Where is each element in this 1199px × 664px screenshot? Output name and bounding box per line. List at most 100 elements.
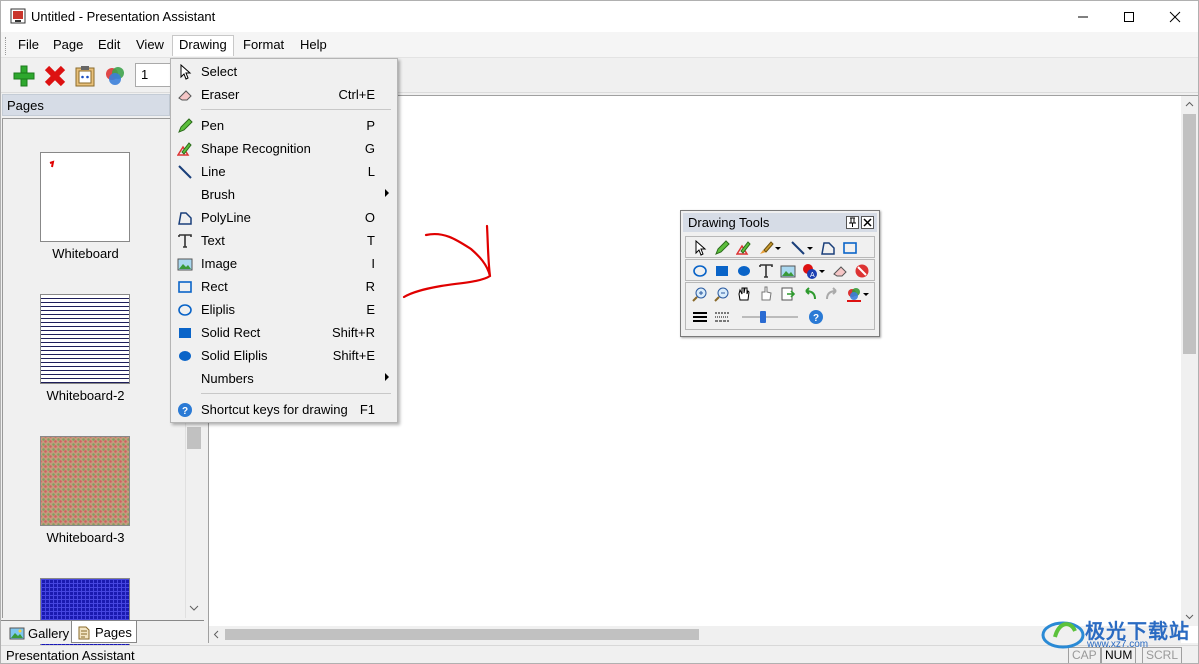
thumbnail-label: Whiteboard-3 <box>46 530 125 545</box>
menu-file[interactable]: File <box>12 35 45 56</box>
brush-icon[interactable] <box>758 240 774 256</box>
ellipse-icon[interactable] <box>692 263 708 279</box>
menu-item-line[interactable]: Line L <box>173 160 395 183</box>
arrow-cursor-icon[interactable] <box>692 240 708 256</box>
drawing-tools-title[interactable]: Drawing Tools <box>683 213 877 232</box>
menu-item-eraser[interactable]: Eraser Ctrl+E <box>173 83 395 106</box>
zoom-in-icon[interactable] <box>692 286 708 302</box>
menu-item-shortcut: R <box>365 279 375 294</box>
page-thumbnail-whiteboard-2[interactable] <box>40 294 130 384</box>
canvas-horizontal-scrollbar[interactable] <box>209 626 1181 643</box>
chevron-down-icon[interactable] <box>774 240 782 256</box>
menu-item-label: Text <box>201 233 225 248</box>
opacity-slider[interactable] <box>740 309 800 325</box>
chevron-down-icon[interactable] <box>862 286 870 302</box>
shape-recognition-icon[interactable] <box>736 240 752 256</box>
menu-item-pen[interactable]: Pen P <box>173 114 395 137</box>
menu-item-label: Pen <box>201 118 225 133</box>
rect-icon[interactable] <box>842 240 858 256</box>
scroll-thumb[interactable] <box>187 427 201 449</box>
watermark-logo-icon <box>1041 621 1085 649</box>
tab-pages[interactable]: Pages <box>71 621 137 643</box>
polyline-icon[interactable] <box>820 240 836 256</box>
zoom-out-icon[interactable] <box>714 286 730 302</box>
menu-item-shortcut: G <box>364 141 375 156</box>
menu-item-rect[interactable]: Rect R <box>173 275 395 298</box>
tab-gallery-label: Gallery <box>28 625 70 641</box>
menu-item-label: Eliplis <box>201 302 235 317</box>
menu-page[interactable]: Page <box>47 35 89 56</box>
close-button[interactable] <box>1152 1 1198 32</box>
pen-icon <box>178 118 193 133</box>
pointer-hand-icon[interactable] <box>758 286 774 302</box>
menu-item-polyline[interactable]: PolyLine O <box>173 206 395 229</box>
pen-icon[interactable] <box>714 240 730 256</box>
menu-item-text[interactable]: Text T <box>173 229 395 252</box>
menu-item-label: Shortcut keys for drawing <box>201 402 348 417</box>
pin-button[interactable] <box>846 216 859 229</box>
line-style-icon[interactable] <box>714 309 730 325</box>
menu-help[interactable]: Help <box>294 35 333 56</box>
undo-icon[interactable] <box>802 286 818 302</box>
watermark: 极光下载站 www.xz7.com <box>1041 613 1198 653</box>
menu-item-label: Image <box>201 256 238 271</box>
help-icon[interactable]: ? <box>808 309 824 325</box>
menu-drawing[interactable]: Drawing <box>172 35 234 56</box>
menu-item-label: Solid Rect <box>201 325 261 340</box>
menu-item-shortcut-keys[interactable]: ? Shortcut keys for drawing F1 <box>173 398 395 421</box>
polyline-icon <box>178 212 192 225</box>
page-thumbnail-whiteboard-3[interactable] <box>40 436 130 526</box>
eraser-icon[interactable] <box>832 263 848 279</box>
minimize-button[interactable] <box>1060 1 1106 32</box>
page-number-input[interactable]: 1 <box>135 63 171 87</box>
numbers-icon[interactable]: A <box>802 263 818 279</box>
menu-item-label: PolyLine <box>201 210 251 225</box>
line-icon[interactable] <box>790 240 806 256</box>
scroll-down-icon[interactable] <box>189 604 199 612</box>
menu-item-image[interactable]: Image I <box>173 252 395 275</box>
clipboard-icon[interactable] <box>73 64 97 88</box>
palette-close-button[interactable] <box>861 216 874 229</box>
solid-rect-icon[interactable] <box>714 263 730 279</box>
menu-item-solid-rect[interactable]: Solid Rect Shift+R <box>173 321 395 344</box>
chevron-down-icon[interactable] <box>818 263 826 279</box>
maximize-button[interactable] <box>1106 1 1152 32</box>
pages-icon <box>78 626 90 639</box>
chevron-down-icon[interactable] <box>806 240 814 256</box>
add-page-icon[interactable] <box>12 64 36 88</box>
drawing-tools-palette: Drawing Tools A ? <box>680 210 880 337</box>
menu-item-shape-recognition[interactable]: Shape Recognition G <box>173 137 395 160</box>
image-icon[interactable] <box>780 263 796 279</box>
layers-icon[interactable] <box>103 64 127 88</box>
menu-item-brush[interactable]: Brush <box>173 183 395 206</box>
scroll-thumb[interactable] <box>1183 114 1196 354</box>
export-icon[interactable] <box>780 286 796 302</box>
menu-view[interactable]: View <box>130 35 170 56</box>
tab-gallery[interactable]: Gallery <box>5 621 73 643</box>
maximize-icon <box>1124 11 1134 22</box>
color-palette-icon[interactable] <box>846 286 862 302</box>
menu-item-ellipse[interactable]: Eliplis E <box>173 298 395 321</box>
hand-icon[interactable] <box>736 286 752 302</box>
line-width-icon[interactable] <box>692 309 708 325</box>
scroll-up-icon[interactable] <box>1185 101 1194 108</box>
delete-page-icon[interactable] <box>43 64 67 88</box>
page-thumbnail-whiteboard[interactable] <box>40 152 130 242</box>
menu-item-label: Rect <box>201 279 228 294</box>
scroll-left-icon[interactable] <box>213 630 220 639</box>
solid-ellipse-icon[interactable] <box>736 263 752 279</box>
clear-icon[interactable] <box>854 263 870 279</box>
menu-format[interactable]: Format <box>237 35 290 56</box>
redo-icon[interactable] <box>824 286 840 302</box>
menu-item-label: Shape Recognition <box>201 141 311 156</box>
solid-ellipse-icon <box>179 351 191 361</box>
text-icon[interactable] <box>758 263 774 279</box>
menu-edit[interactable]: Edit <box>92 35 126 56</box>
window-title: Untitled - Presentation Assistant <box>31 9 216 24</box>
menu-item-select[interactable]: Select <box>173 60 395 83</box>
menu-item-solid-ellipse[interactable]: Solid Eliplis Shift+E <box>173 344 395 367</box>
menu-item-numbers[interactable]: Numbers <box>173 367 395 390</box>
scroll-thumb[interactable] <box>225 629 699 640</box>
canvas-vertical-scrollbar[interactable] <box>1181 96 1198 626</box>
text-icon <box>178 234 192 248</box>
